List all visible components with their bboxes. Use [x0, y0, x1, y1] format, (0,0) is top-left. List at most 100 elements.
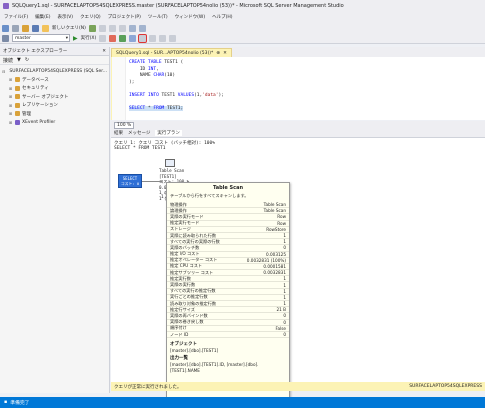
- tooltip-row-value: 0: [283, 332, 286, 338]
- database-select[interactable]: master ▾: [12, 34, 70, 42]
- tree-item[interactable]: ⊞ レプリケーション: [2, 101, 107, 110]
- tree-item[interactable]: ⊞ データベース: [2, 76, 107, 85]
- results-tab[interactable]: メッセージ: [128, 130, 150, 136]
- tooltip-row-value: RowStore: [266, 226, 286, 232]
- redo-icon[interactable]: [138, 24, 146, 32]
- menu-item[interactable]: ファイル(F): [4, 14, 28, 20]
- editor-gutter: [112, 57, 126, 120]
- tooltip-row-key: 推定実行モード: [170, 220, 200, 226]
- filter-icon[interactable]: ▼: [17, 57, 21, 63]
- tooltip-row-value: 0.0032831: [263, 270, 286, 276]
- save-icon[interactable]: [32, 24, 39, 32]
- tooltip-row-value: 1: [283, 239, 286, 245]
- display-plan-icon[interactable]: [129, 34, 137, 42]
- tooltip-row-key: 推定実行数: [170, 275, 191, 281]
- open-icon[interactable]: [22, 24, 29, 32]
- tooltip-row-key: 実行ごとの推定行数: [170, 294, 208, 300]
- tree-item-label: データベース: [22, 77, 49, 83]
- undo-icon[interactable]: [128, 24, 136, 32]
- window-title: SQLQuery1.sql - SURFACELAPTOP54SQLEXPRES…: [12, 3, 344, 9]
- tab-sqlquery1[interactable]: SQLQuery1.sql - SUR...APTOP54nolio (53))…: [111, 48, 232, 57]
- database-select-value: master: [15, 35, 31, 41]
- tree-item-label: XEvent Profiler: [22, 119, 56, 125]
- expand-icon[interactable]: ⊞: [8, 86, 13, 91]
- mdx-icon[interactable]: [88, 24, 96, 32]
- menu-item[interactable]: ウィンドウ(W): [175, 14, 205, 20]
- close-icon[interactable]: ✕: [102, 49, 106, 54]
- tooltip-row-value: Table Scan: [263, 202, 286, 208]
- results-grid-icon[interactable]: [149, 34, 157, 42]
- tooltip-row-key: 実際のバッチ数: [170, 244, 200, 250]
- new-query-button[interactable]: 新しいクエリ(N): [52, 25, 86, 31]
- cut-icon[interactable]: [98, 24, 106, 32]
- query-status-bar: クエリが正常に実行されました。 SURFACELAPTOP54SQLEXPRES…: [111, 382, 485, 391]
- refresh-icon[interactable]: ↻: [25, 57, 29, 63]
- code-line: CREATE TABLE TEST1 (: [129, 60, 184, 65]
- forward-icon[interactable]: [12, 24, 19, 32]
- connect-button[interactable]: 接続: [3, 57, 13, 64]
- folder-icon: [15, 102, 20, 108]
- tooltip-row-value: 0: [283, 245, 286, 251]
- new-query-icon[interactable]: [42, 24, 49, 32]
- operator-tooltip: Table Scan テーブルから行をすべてスキャンします。 物理操作 Table…: [166, 182, 290, 406]
- expand-icon[interactable]: ⊞: [8, 103, 13, 108]
- menu-item[interactable]: ツール(T): [148, 14, 168, 20]
- tooltip-row-key: 読み取り対象の推定行数: [170, 300, 217, 306]
- stop-icon[interactable]: [109, 34, 117, 42]
- tooltip-row-key: 順序付け: [170, 325, 187, 331]
- menu-item[interactable]: ヘルプ(H): [212, 14, 232, 20]
- tree-item[interactable]: ⊞ XEvent Profiler: [2, 118, 107, 127]
- chevron-down-icon: ▾: [65, 35, 68, 41]
- menu-item[interactable]: 表示(V): [57, 14, 73, 20]
- tree-root-server[interactable]: ⊟ SURFACELAPTOP54SQLEXPRESS (SQL Ser...: [2, 67, 107, 76]
- select-node-cost: コスト: 0 %: [120, 181, 140, 192]
- toolbar-row-2: master ▾ ▶ 実行(X): [2, 33, 177, 43]
- results-tab[interactable]: 実行プラン: [155, 130, 182, 136]
- query-editor[interactable]: CREATE TABLE TEST1 ( ID INT, NAME CHAR(1…: [111, 57, 485, 120]
- object-explorer-title: オブジェクト エクスプローラー: [3, 49, 68, 54]
- select-node[interactable]: SELECT コスト: 0 %: [118, 174, 142, 192]
- tree-item[interactable]: ⊞ セキュリティ: [2, 84, 107, 93]
- tab-sqlquery1-label: SQLQuery1.sql - SUR...APTOP54nolio (53))…: [116, 50, 214, 56]
- tooltip-row-value: False: [275, 325, 286, 331]
- expand-icon[interactable]: ⊞: [8, 120, 13, 125]
- tree-item-label: サーバー オブジェクト: [22, 94, 69, 100]
- expand-icon[interactable]: ⊞: [8, 111, 13, 116]
- menu-item[interactable]: プロジェクト(P): [108, 14, 141, 20]
- zoom-bar: 100 %: [111, 121, 485, 129]
- execute-button[interactable]: 実行(X): [81, 35, 97, 41]
- tree-item[interactable]: ⊞ サーバー オブジェクト: [2, 93, 107, 102]
- server-label: SURFACELAPTOP54SQLEXPRESS (SQL Ser...: [9, 68, 108, 74]
- tooltip-row-value: 0.0032831 (100%): [246, 257, 286, 263]
- close-icon[interactable]: ✕: [223, 51, 227, 56]
- app-status-bar: ▪ 準備完了: [0, 397, 485, 408]
- pin-icon[interactable]: ⊕: [216, 51, 220, 56]
- tree-item[interactable]: ⊞ 管理: [2, 110, 107, 119]
- results-tab[interactable]: 結果: [114, 130, 123, 136]
- status-server: SURFACELAPTOP54SQLEXPRESS: [409, 384, 482, 389]
- results-text-icon[interactable]: [159, 34, 167, 42]
- tree-item-label: 管理: [22, 111, 31, 117]
- tooltip-object-label: オブジェクト: [170, 342, 197, 348]
- back-icon[interactable]: [2, 24, 9, 32]
- table-scan-icon[interactable]: [165, 159, 175, 167]
- folder-icon: [15, 94, 20, 100]
- include-plan-icon[interactable]: [138, 33, 148, 43]
- tooltip-properties: 物理操作 Table Scan 論理操作 Table Scan 実際の実行モード Row 推…: [167, 202, 289, 339]
- copy-icon[interactable]: [108, 24, 116, 32]
- parse-icon[interactable]: [119, 34, 127, 42]
- menu-item[interactable]: 編集(E): [35, 14, 50, 20]
- menu-item[interactable]: クエリ(Q): [80, 14, 101, 20]
- zoom-select[interactable]: 100 %: [114, 121, 135, 129]
- collapse-icon[interactable]: ⊟: [2, 69, 5, 74]
- tooltip-row-key: 推定サブツリー コスト: [170, 269, 214, 275]
- debug-icon[interactable]: [99, 34, 107, 42]
- object-explorer-tree: ⊟ SURFACELAPTOP54SQLEXPRESS (SQL Ser... …: [0, 65, 109, 129]
- code-line: ID INT,: [129, 66, 159, 72]
- paste-icon[interactable]: [118, 24, 126, 32]
- code-line: NAME CHAR(10): [129, 73, 176, 78]
- comment-icon[interactable]: [169, 34, 177, 42]
- connect-icon[interactable]: [2, 34, 9, 42]
- expand-icon[interactable]: ⊞: [8, 94, 13, 99]
- expand-icon[interactable]: ⊞: [8, 77, 13, 82]
